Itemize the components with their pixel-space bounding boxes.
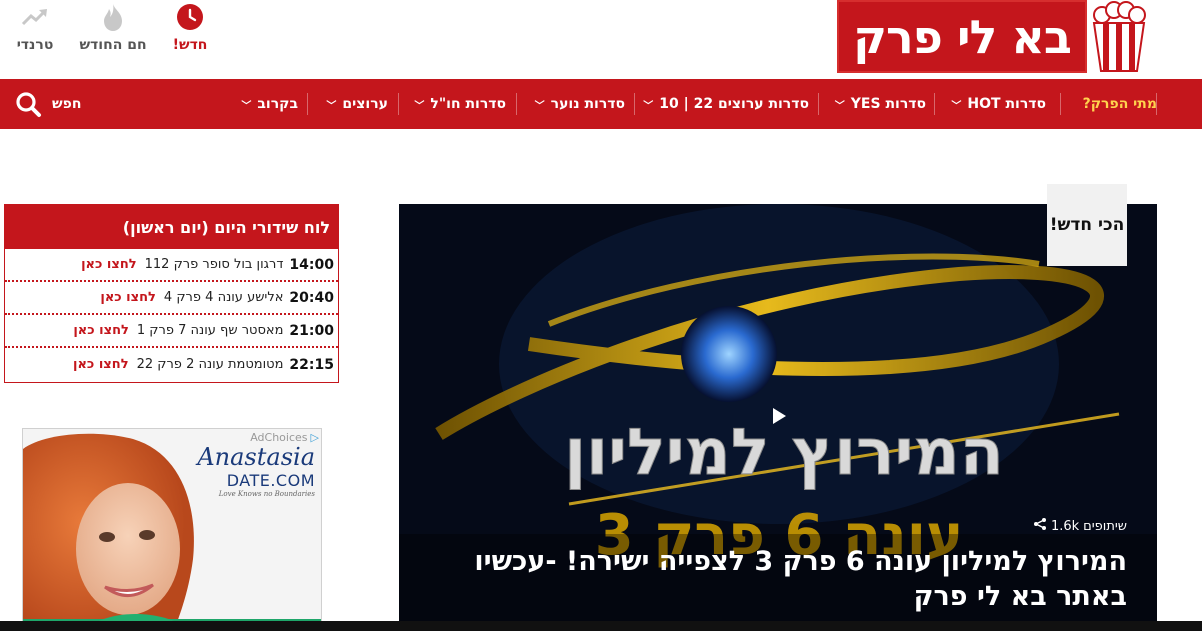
schedule-show: דרגון בול סופר פרק 112: [144, 257, 284, 272]
nav-item-label: סדרות HOT: [967, 96, 1046, 112]
chevron-down-icon: ﹀: [326, 100, 337, 112]
schedule-link[interactable]: לחצו כאן: [73, 323, 129, 338]
trending-label: טרנדי: [16, 37, 54, 53]
nav-item-label: סדרות YES: [850, 96, 926, 112]
shares-label: שיתופים: [1083, 518, 1127, 534]
nav-divider: [1156, 93, 1157, 115]
ad-brand: Anastasia DATE.COM Love Knows no Boundar…: [197, 443, 315, 498]
schedule-row: 14:00 דרגון בול סופר פרק 112 לחצו כאן: [5, 249, 338, 282]
bottom-bar: [0, 621, 1202, 631]
nav-item-channels[interactable]: ערוצים ﹀: [326, 79, 388, 129]
chevron-down-icon: ﹀: [951, 100, 962, 112]
chevron-down-icon: ﹀: [643, 100, 654, 112]
hot-month-label: חם החודש: [79, 37, 147, 53]
schedule-row: 20:40 אלישע עונה 4 פרק 4 לחצו כאן: [5, 282, 338, 315]
nav-divider: [818, 93, 819, 115]
today-schedule: לוח שידורי היום (יום ראשון) 14:00 דרגון …: [4, 204, 339, 383]
nav-divider: [1060, 93, 1061, 115]
main-nav: מתי הפרק? סדרות HOT ﹀ סדרות YES ﹀ סדרות …: [0, 79, 1202, 129]
logo-box: בא לי פרק: [837, 0, 1087, 73]
schedule-row: 21:00 מאסטר שף עונה 7 פרק 1 לחצו כאן: [5, 315, 338, 348]
flame-icon: [99, 3, 127, 31]
trending-icon: [21, 3, 49, 31]
schedule-title: לוח שידורי היום (יום ראשון): [5, 205, 338, 249]
chevron-down-icon: ﹀: [241, 100, 252, 112]
schedule-time: 21:00: [289, 322, 334, 339]
play-icon[interactable]: [766, 403, 792, 429]
ad-brand-name: Anastasia: [197, 443, 315, 471]
nav-item-yes[interactable]: סדרות YES ﹀: [835, 79, 926, 129]
nav-item-foreign[interactable]: סדרות חו"ל ﹀: [414, 79, 506, 129]
advertisement[interactable]: AdChoices ▷ Anastasia DATE.COM Love Know…: [22, 428, 322, 631]
search-label: חפש: [52, 96, 82, 112]
share-icon: [1033, 517, 1047, 535]
schedule-show: מאסטר שף עונה 7 פרק 1: [136, 323, 284, 338]
schedule-time: 14:00: [289, 256, 334, 273]
schedule-show: מטומטמת עונה 2 פרק 22: [136, 357, 284, 372]
nav-divider: [307, 93, 308, 115]
nav-item-hot[interactable]: סדרות HOT ﹀: [951, 79, 1046, 129]
ad-brand-tagline: Love Knows no Boundaries: [218, 490, 315, 498]
new-link[interactable]: חדש!: [155, 3, 225, 53]
nav-item-label: ערוצים: [342, 96, 388, 112]
nav-item-when-episode[interactable]: מתי הפרק?: [1083, 79, 1157, 129]
ad-brand-domain: DATE.COM: [226, 471, 315, 490]
logo-text: בא לי פרק: [853, 9, 1072, 64]
hot-month-link[interactable]: חם החודש: [78, 3, 148, 53]
schedule-time: 20:40: [289, 289, 334, 306]
nav-item-label: בקרוב: [257, 96, 298, 112]
schedule-link[interactable]: לחצו כאן: [100, 290, 156, 305]
nav-item-youth[interactable]: סדרות נוער ﹀: [535, 79, 625, 129]
search-button[interactable]: חפש: [14, 79, 81, 129]
chevron-down-icon: ﹀: [534, 100, 545, 112]
schedule-link[interactable]: לחצו כאן: [73, 357, 129, 372]
nav-item-label: סדרות ערוצים 22 | 10: [659, 96, 809, 112]
nav-item-label: מתי הפרק?: [1082, 96, 1157, 112]
chevron-down-icon: ﹀: [414, 100, 425, 112]
search-icon: [14, 90, 42, 118]
site-logo[interactable]: בא לי פרק: [837, 0, 1151, 73]
nav-item-label: סדרות נוער: [550, 96, 625, 112]
nav-divider: [634, 93, 635, 115]
nav-item-channels-22-10[interactable]: סדרות ערוצים 22 | 10 ﹀: [643, 79, 809, 129]
schedule-time: 22:15: [289, 356, 334, 373]
schedule-show: אלישע עונה 4 פרק 4: [163, 290, 284, 305]
clock-icon: [176, 3, 204, 31]
nav-item-label: סדרות חו"ל: [430, 96, 506, 112]
trending-link[interactable]: טרנדי: [0, 3, 70, 53]
new-link-label: חדש!: [172, 37, 208, 53]
nav-item-soon[interactable]: בקרוב ﹀: [241, 79, 298, 129]
shares-count: שיתופים 1.6k: [1033, 517, 1127, 535]
nav-divider: [934, 93, 935, 115]
newest-badge: הכי חדש!: [1047, 184, 1127, 266]
shares-number: 1.6k: [1050, 518, 1080, 534]
popcorn-icon: [1087, 0, 1151, 73]
nav-divider: [516, 93, 517, 115]
schedule-link[interactable]: לחצו כאן: [81, 257, 137, 272]
nav-divider: [398, 93, 399, 115]
article-title[interactable]: המירוץ למיליון עונה 6 פרק 3 לצפייה ישירה…: [407, 544, 1127, 614]
featured-article[interactable]: המירוץ למיליון עונה 6 פרק 3 שיתופים 1.6k…: [399, 204, 1157, 631]
chevron-down-icon: ﹀: [834, 100, 845, 112]
site-header: חדש! חם החודש טרנדי בא לי פרק: [0, 0, 1202, 78]
schedule-row: 22:15 מטומטמת עונה 2 פרק 22 לחצו כאן: [5, 348, 338, 381]
